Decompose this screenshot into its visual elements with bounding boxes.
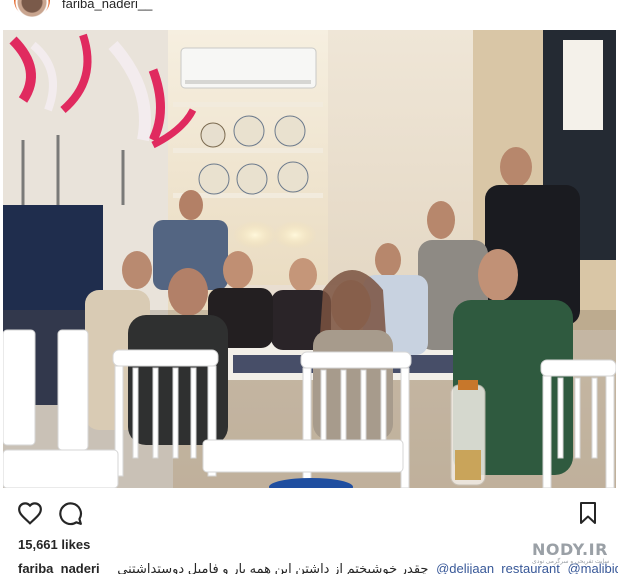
likes-count[interactable]: 15,661 likes	[18, 537, 90, 552]
caption-text: چقدر خوشبختم از داشتن این همه یار و فامی…	[117, 561, 429, 574]
likes-number: 15,661	[18, 537, 58, 552]
username-link[interactable]: fariba_naderi__	[62, 0, 152, 11]
caption-username[interactable]: fariba_naderi	[18, 561, 100, 574]
site-watermark: NODY.IR سایت تفریحی و سرگرمی نودی	[528, 540, 610, 566]
comment-button[interactable]	[56, 499, 84, 527]
restaurant-group-photo	[3, 30, 616, 488]
bookmark-icon	[580, 502, 596, 524]
post-header: fariba_naderi__	[0, 0, 618, 18]
save-button[interactable]	[574, 499, 602, 527]
likes-label: likes	[61, 537, 91, 552]
comment-icon	[59, 502, 82, 526]
watermark-brand: NODY.IR	[532, 540, 608, 559]
post-photo[interactable]	[3, 30, 616, 488]
watermark-subtitle: سایت تفریحی و سرگرمی نودی	[532, 559, 610, 565]
post-actions-bar	[0, 497, 618, 531]
heart-icon	[18, 502, 42, 525]
like-button[interactable]	[16, 499, 44, 527]
avatar[interactable]	[14, 0, 50, 17]
